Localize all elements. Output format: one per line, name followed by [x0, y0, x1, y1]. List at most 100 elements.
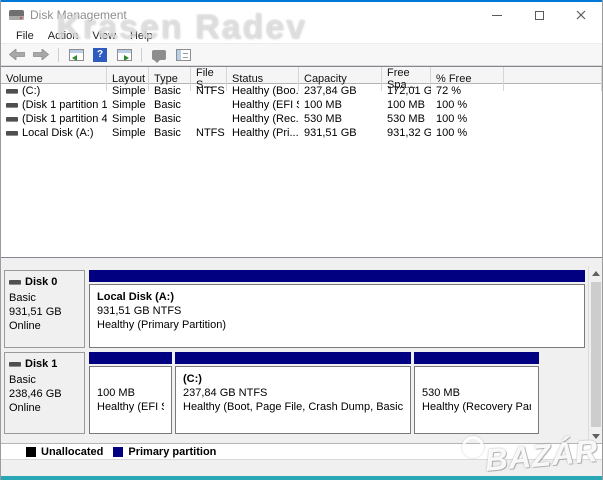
back-arrow-icon	[9, 49, 25, 60]
show-action-pane-button[interactable]	[114, 46, 134, 64]
partition-size: 100 MB	[97, 386, 164, 400]
window-title: Disk Management	[30, 8, 127, 22]
maximize-button[interactable]	[518, 2, 560, 28]
pane-splitter[interactable]	[1, 258, 602, 266]
disk1-partition-recovery[interactable]: 530 MB Healthy (Recovery Partition)	[414, 352, 539, 434]
volume-type: Basic	[149, 99, 191, 111]
forward-arrow-icon	[33, 49, 49, 60]
volume-row-local-disk-a[interactable]: Local Disk (A:) Simple Basic NTFS Health…	[1, 126, 602, 140]
volume-status: Healthy (Pri...	[227, 127, 299, 139]
minimize-button[interactable]	[476, 2, 518, 28]
action-pane-icon	[117, 49, 132, 61]
unallocated-swatch	[26, 447, 36, 457]
partition-name: (C:)	[183, 372, 403, 386]
volume-list-header: Volume Layout Type File S... Status Capa…	[1, 67, 602, 84]
volume-pct-free: 100 %	[431, 113, 504, 125]
volume-list-empty-area	[1, 140, 602, 257]
disk-icon	[9, 280, 21, 285]
list-view-button[interactable]	[173, 46, 193, 64]
disk0-row: Disk 0 Basic 931,51 GB Online Local Disk…	[4, 270, 585, 348]
volume-layout: Simple	[107, 113, 149, 125]
menu-action[interactable]: Action	[41, 30, 86, 42]
volume-icon	[6, 103, 18, 108]
disk0-name: Disk 0	[25, 275, 57, 289]
volume-free-space: 931,32 GB	[382, 127, 431, 139]
disk1-row: Disk 1 Basic 238,46 GB Online 100 MB Hea…	[4, 352, 585, 434]
disk1-info-box[interactable]: Disk 1 Basic 238,46 GB Online	[4, 352, 85, 434]
help-icon: ?	[93, 48, 107, 62]
scroll-up-button[interactable]	[589, 266, 603, 280]
volume-capacity: 931,51 GB	[299, 127, 382, 139]
toolbar-separator	[58, 48, 59, 62]
volume-status: Healthy (Rec...	[227, 113, 299, 125]
volume-name: (C:)	[22, 85, 40, 97]
disk1-partition-efi[interactable]: 100 MB Healthy (EFI System Partition)	[89, 352, 172, 434]
disk1-type: Basic	[9, 373, 80, 387]
partition-name	[97, 372, 164, 386]
disk0-info-box[interactable]: Disk 0 Basic 931,51 GB Online	[4, 270, 85, 348]
volume-layout: Simple	[107, 99, 149, 111]
forward-button[interactable]	[31, 46, 51, 64]
volume-capacity: 237,84 GB	[299, 85, 382, 97]
photo-edge-strip	[1, 476, 602, 480]
menu-view[interactable]: View	[85, 30, 123, 42]
volume-row-c[interactable]: (C:) Simple Basic NTFS Healthy (Boo... 2…	[1, 84, 602, 98]
menu-file[interactable]: File	[9, 30, 41, 42]
partition-size: 237,84 GB NTFS	[183, 386, 403, 400]
volume-file-system: NTFS	[191, 85, 227, 97]
properties-button[interactable]	[149, 46, 169, 64]
toolbar-separator	[141, 48, 142, 62]
volume-name: Local Disk (A:)	[22, 127, 94, 139]
disk1-partition-c[interactable]: (C:) 237,84 GB NTFS Healthy (Boot, Page …	[175, 352, 411, 434]
disk0-partition-local-disk-a[interactable]: Local Disk (A:) 931,51 GB NTFS Healthy (…	[89, 270, 585, 348]
console-tree-icon	[69, 49, 84, 61]
volume-icon	[6, 131, 18, 136]
graphical-view-scrollbar[interactable]	[588, 266, 602, 443]
back-button[interactable]	[7, 46, 27, 64]
help-button[interactable]: ?	[90, 46, 110, 64]
menu-help[interactable]: Help	[123, 30, 160, 42]
volume-free-space: 530 MB	[382, 113, 431, 125]
disk1-name: Disk 1	[25, 357, 57, 371]
disk1-size: 238,46 GB	[9, 387, 80, 401]
title-bar[interactable]: Disk Management	[1, 2, 602, 28]
partition-status: Healthy (Recovery Partition)	[422, 400, 531, 414]
volume-layout: Simple	[107, 127, 149, 139]
scrollbar-thumb[interactable]	[591, 282, 601, 427]
close-button[interactable]	[560, 2, 602, 28]
volume-type: Basic	[149, 113, 191, 125]
legend-label: Primary partition	[128, 446, 216, 458]
legend-bar: Unallocated Primary partition	[1, 443, 602, 459]
legend-label: Unallocated	[41, 446, 103, 458]
properties-icon	[152, 50, 166, 60]
close-icon	[576, 10, 586, 20]
scroll-down-button[interactable]	[589, 429, 603, 443]
primary-partition-color-bar	[89, 352, 172, 364]
volume-pct-free: 100 %	[431, 127, 504, 139]
scroll-up-icon	[592, 271, 600, 276]
toolbar: ?	[1, 44, 602, 66]
volume-file-system: NTFS	[191, 127, 227, 139]
volume-icon	[6, 89, 18, 94]
volume-row-disk1-partition4[interactable]: (Disk 1 partition 4) Simple Basic Health…	[1, 112, 602, 126]
disk0-size: 931,51 GB	[9, 305, 80, 319]
volume-icon	[6, 117, 18, 122]
volume-status: Healthy (EFI S...	[227, 99, 299, 111]
volume-layout: Simple	[107, 85, 149, 97]
volume-row-disk1-partition1[interactable]: (Disk 1 partition 1) Simple Basic Health…	[1, 98, 602, 112]
graphical-view-pane: Disk 0 Basic 931,51 GB Online Local Disk…	[1, 266, 602, 443]
disk1-status: Online	[9, 401, 80, 415]
disk-management-window: Disk Management File Action View Help	[0, 0, 603, 480]
volume-free-space: 172,01 GB	[382, 85, 431, 97]
scroll-down-icon	[592, 434, 600, 439]
list-view-icon	[176, 49, 191, 61]
partition-size: 530 MB	[422, 386, 531, 400]
volume-list-pane: Volume Layout Type File S... Status Capa…	[1, 66, 602, 258]
volume-name: (Disk 1 partition 4)	[22, 113, 107, 125]
primary-partition-color-bar	[175, 352, 411, 364]
partition-name	[422, 372, 531, 386]
show-console-tree-button[interactable]	[66, 46, 86, 64]
primary-partition-color-bar	[414, 352, 539, 364]
disk0-status: Online	[9, 319, 80, 333]
volume-name: (Disk 1 partition 1)	[22, 99, 107, 111]
